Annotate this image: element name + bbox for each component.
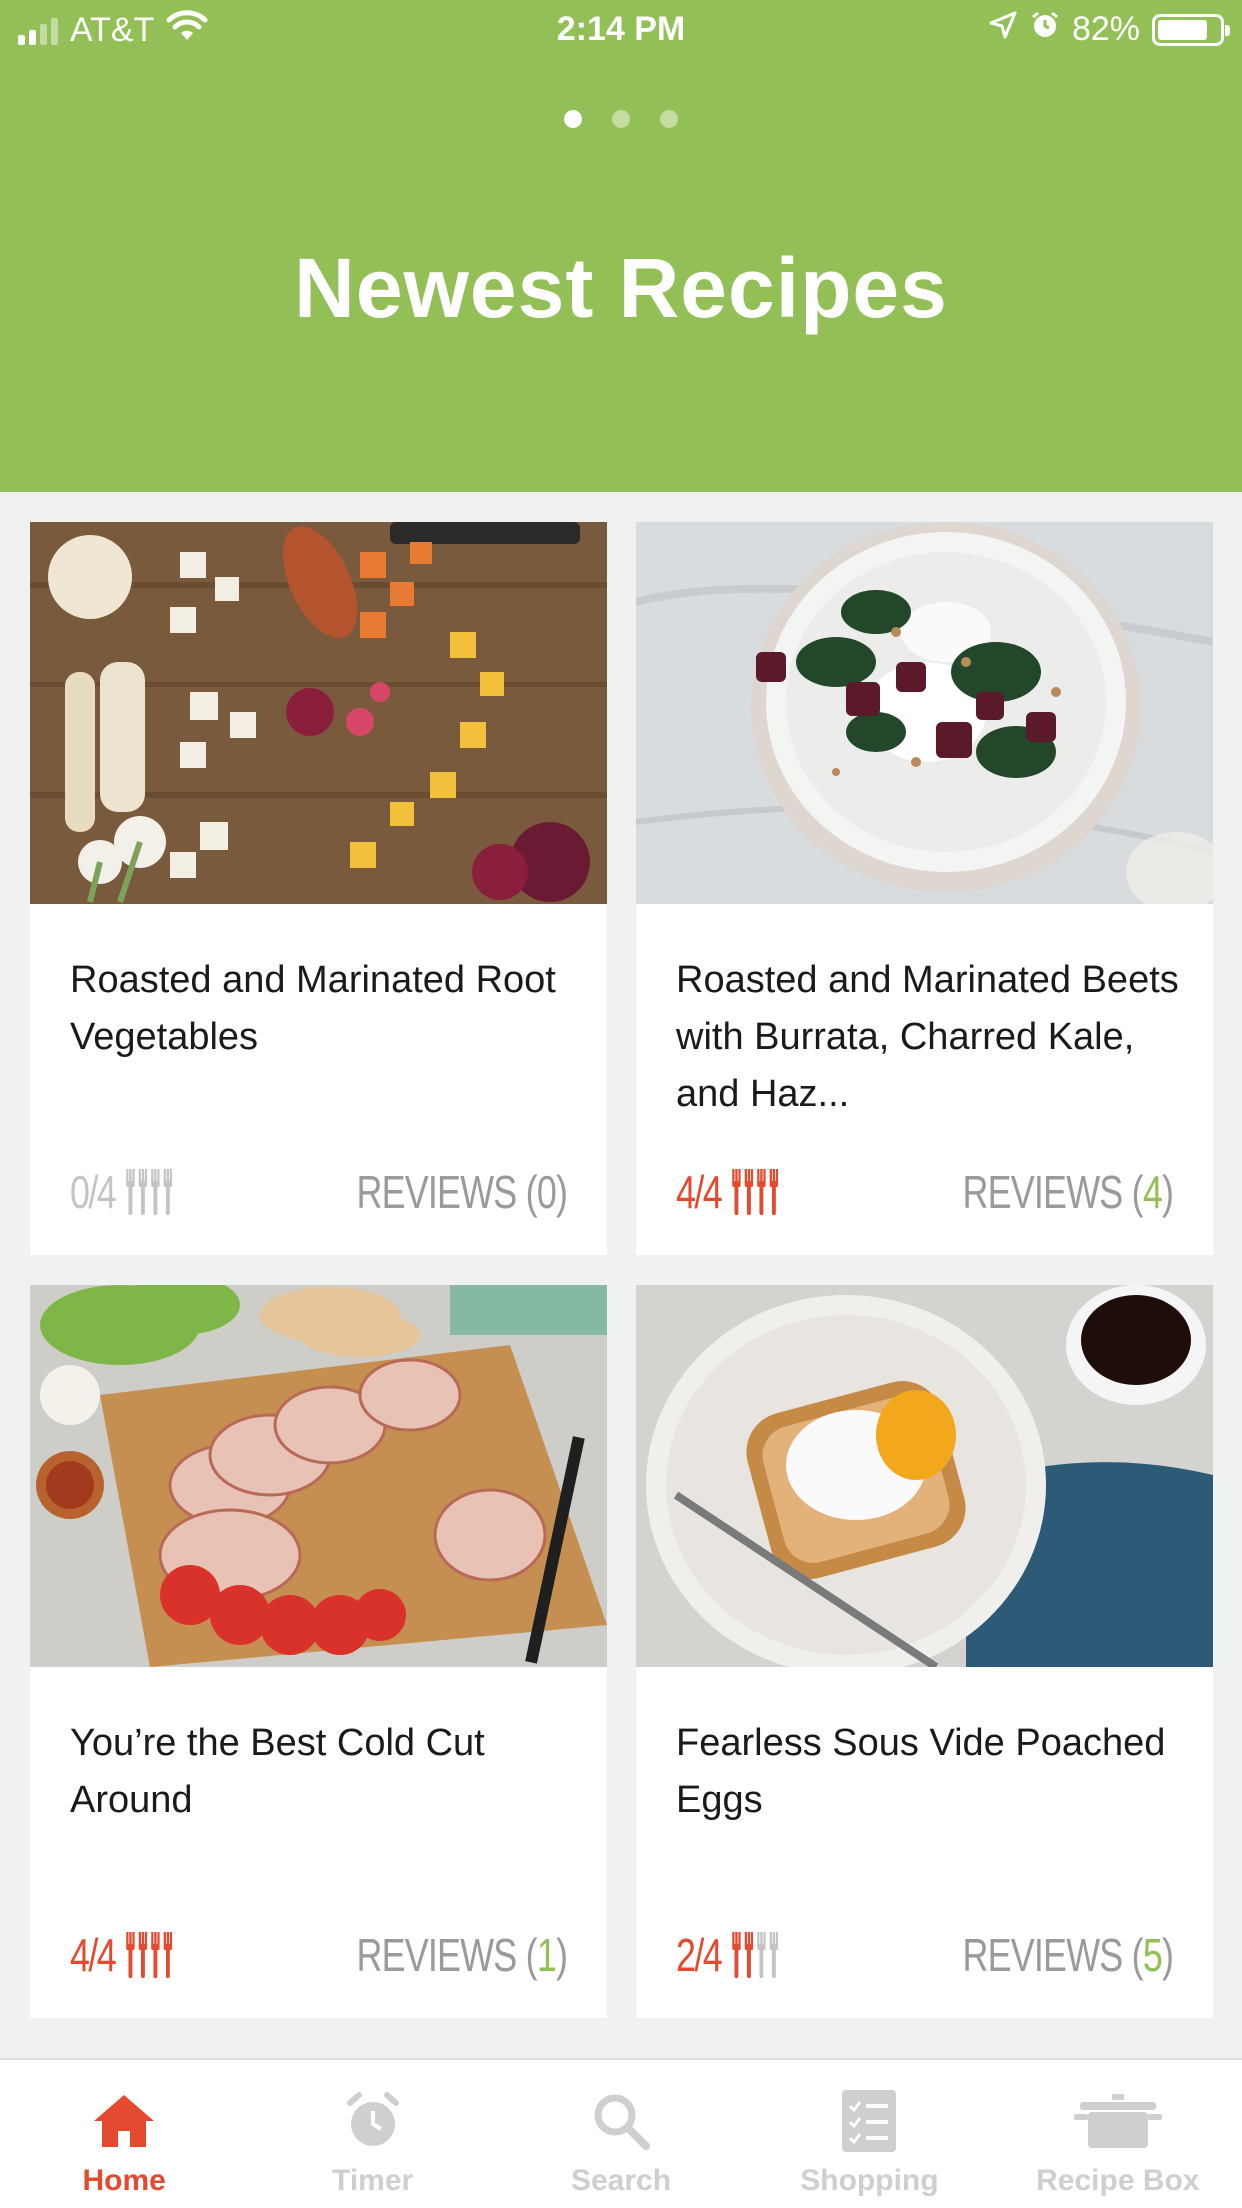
reviews-count: 0 — [536, 1166, 557, 1218]
rating-forks — [732, 1169, 779, 1215]
fork-rating-icon — [757, 1932, 766, 1978]
reviews-close: ) — [1161, 1166, 1174, 1218]
home-icon — [92, 2086, 156, 2156]
reviews-count: 1 — [536, 1929, 557, 1981]
recipe-rating: 2/4 — [676, 1928, 779, 1982]
reviews-link[interactable]: REVIEWS (4) — [962, 1165, 1174, 1219]
rating-text: 4/4 — [676, 1166, 723, 1218]
battery-icon — [1152, 13, 1230, 46]
reviews-count: 5 — [1142, 1929, 1163, 1981]
tab-recipe-box[interactable]: Recipe Box — [994, 2060, 1242, 2208]
fork-rating-icon — [126, 1169, 135, 1215]
battery-percent: 82% — [1071, 10, 1140, 48]
location-arrow-icon — [988, 10, 1018, 49]
alarm-icon — [1030, 10, 1060, 49]
carousel-dot[interactable] — [660, 110, 678, 128]
alarm-clock-icon — [344, 2086, 402, 2156]
fork-rating-icon — [769, 1169, 779, 1215]
recipe-card[interactable]: You’re the Best Cold Cut Around 4/4 REVI… — [30, 1285, 607, 2018]
reviews-count: 4 — [1142, 1166, 1163, 1218]
recipe-card[interactable]: Roasted and Marinated Root Vegetables 0/… — [30, 522, 607, 1255]
recipe-image[interactable] — [30, 522, 607, 904]
recipe-rating: 4/4 — [676, 1165, 779, 1219]
fork-rating-icon — [757, 1169, 766, 1215]
recipe-image[interactable] — [636, 522, 1213, 904]
recipe-card-footer: 2/4 REVIEWS (5) — [676, 1925, 1174, 1985]
reviews-label: REVIEWS ( — [962, 1166, 1143, 1218]
reviews-label: REVIEWS ( — [356, 1929, 537, 1981]
fork-rating-icon — [138, 1169, 148, 1215]
reviews-link[interactable]: REVIEWS (5) — [962, 1928, 1174, 1982]
fork-rating-icon — [151, 1932, 160, 1978]
carousel-dot[interactable] — [612, 110, 630, 128]
rating-text: 0/4 — [70, 1166, 117, 1218]
fork-rating-icon — [744, 1932, 754, 1978]
recipe-card[interactable]: Roasted and Marinated Beets with Burrata… — [636, 522, 1213, 1255]
reviews-label: REVIEWS ( — [356, 1166, 537, 1218]
fork-rating-icon — [163, 1932, 173, 1978]
recipe-image[interactable] — [636, 1285, 1213, 1667]
reviews-link[interactable]: REVIEWS (0) — [356, 1165, 568, 1219]
recipe-title[interactable]: Roasted and Marinated Root Vegetables — [70, 952, 575, 1066]
rating-forks — [126, 1932, 173, 1978]
fork-rating-icon — [138, 1932, 148, 1978]
recipe-card-footer: 0/4 REVIEWS (0) — [70, 1162, 568, 1222]
tab-label: Home — [82, 2164, 166, 2197]
carousel-dot[interactable] — [564, 110, 582, 128]
fork-rating-icon — [732, 1169, 741, 1215]
status-bar: AT&T 2:14 PM 82% — [0, 0, 1242, 62]
checklist-icon — [842, 2086, 897, 2156]
tab-shopping[interactable]: Shopping — [745, 2060, 993, 2208]
rating-forks — [732, 1932, 779, 1978]
recipe-card-footer: 4/4 REVIEWS (4) — [676, 1162, 1174, 1222]
fork-rating-icon — [732, 1932, 741, 1978]
pot-icon — [1073, 2086, 1162, 2156]
tab-search[interactable]: Search — [497, 2060, 745, 2208]
tab-timer[interactable]: Timer — [248, 2060, 496, 2208]
tab-home[interactable]: Home — [0, 2060, 248, 2208]
tab-bar: Home Timer Search Shopping Recipe Box — [0, 2058, 1242, 2208]
hero-header: AT&T 2:14 PM 82% Newest Recipes — [0, 0, 1242, 492]
tab-label: Timer — [332, 2164, 414, 2197]
reviews-label: REVIEWS ( — [962, 1929, 1143, 1981]
fork-rating-icon — [126, 1932, 135, 1978]
tab-label: Recipe Box — [1036, 2164, 1200, 2197]
fork-rating-icon — [769, 1932, 779, 1978]
tab-label: Shopping — [800, 2164, 939, 2197]
recipe-card-footer: 4/4 REVIEWS (1) — [70, 1925, 568, 1985]
rating-forks — [126, 1169, 173, 1215]
rating-text: 4/4 — [70, 1929, 117, 1981]
recipe-title[interactable]: You’re the Best Cold Cut Around — [70, 1715, 575, 1829]
recipe-card[interactable]: Fearless Sous Vide Poached Eggs 2/4 REVI… — [636, 1285, 1213, 2018]
tab-label: Search — [570, 2164, 672, 2197]
reviews-close: ) — [1161, 1929, 1174, 1981]
recipe-title[interactable]: Roasted and Marinated Beets with Burrata… — [676, 952, 1181, 1123]
reviews-close: ) — [555, 1929, 568, 1981]
fork-rating-icon — [151, 1169, 160, 1215]
recipe-rating: 4/4 — [70, 1928, 173, 1982]
recipe-rating: 0/4 — [70, 1165, 173, 1219]
reviews-close: ) — [555, 1166, 568, 1218]
search-icon — [591, 2086, 651, 2156]
carousel-page-indicator[interactable] — [0, 110, 1242, 128]
fork-rating-icon — [744, 1169, 754, 1215]
recipe-image[interactable] — [30, 1285, 607, 1667]
page-title: Newest Recipes — [294, 241, 948, 335]
fork-rating-icon — [163, 1169, 173, 1215]
rating-text: 2/4 — [676, 1929, 723, 1981]
recipe-title[interactable]: Fearless Sous Vide Poached Eggs — [676, 1715, 1181, 1829]
reviews-link[interactable]: REVIEWS (1) — [356, 1928, 568, 1982]
